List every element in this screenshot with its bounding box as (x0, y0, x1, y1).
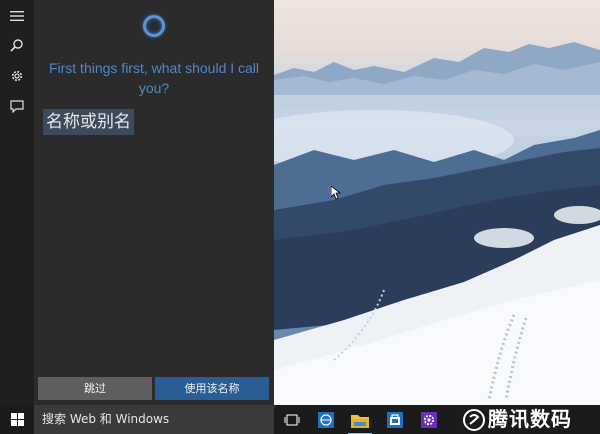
gear-icon (11, 70, 23, 82)
tencent-logo-icon (463, 409, 485, 431)
task-view-icon (284, 414, 300, 426)
cortana-prompt: First things first, what should I call y… (48, 60, 260, 96)
file-explorer-button[interactable] (348, 408, 372, 434)
skip-button[interactable]: 跳过 (38, 377, 152, 400)
edge-button[interactable] (314, 408, 338, 432)
mouse-cursor-icon (331, 186, 341, 200)
cortana-panel: First things first, what should I call y… (0, 0, 274, 405)
taskbar-search-box[interactable]: 搜索 Web 和 Windows (34, 405, 274, 434)
settings-taskbar-button[interactable] (417, 408, 441, 432)
feedback-icon (10, 100, 24, 113)
search-rail-button[interactable] (4, 32, 30, 58)
use-name-button[interactable]: 使用该名称 (155, 377, 269, 400)
windows-logo-icon (10, 413, 24, 426)
task-view-button[interactable] (280, 408, 304, 432)
edge-icon (318, 412, 334, 428)
hamburger-menu-button[interactable] (4, 3, 30, 29)
feedback-rail-button[interactable] (4, 93, 30, 119)
taskbar: 搜索 Web 和 Windows 腾讯数码 (0, 405, 600, 434)
name-field[interactable]: 名称或别名 (43, 109, 134, 135)
start-button[interactable] (0, 405, 34, 434)
store-icon (387, 412, 403, 428)
store-button[interactable] (383, 408, 407, 432)
settings-app-icon (421, 412, 437, 428)
folder-icon (351, 414, 369, 428)
settings-rail-button[interactable] (4, 63, 30, 89)
search-icon (10, 39, 23, 52)
hamburger-icon (10, 11, 24, 21)
cortana-content: First things first, what should I call y… (34, 0, 274, 405)
desktop-wallpaper (274, 0, 600, 405)
watermark-text: 腾讯数码 (488, 407, 572, 431)
cortana-logo-icon (143, 15, 165, 37)
cortana-rail (0, 0, 34, 405)
